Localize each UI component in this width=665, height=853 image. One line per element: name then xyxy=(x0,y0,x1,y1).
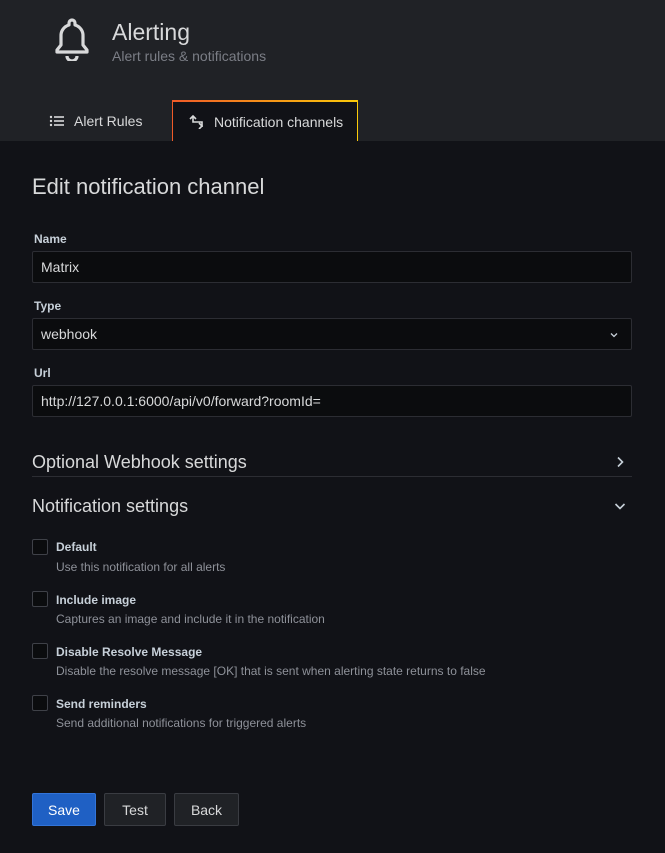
chevron-right-icon[interactable] xyxy=(613,455,627,469)
type-select[interactable]: webhook xyxy=(32,318,632,350)
chevron-down-icon xyxy=(610,333,618,338)
list-icon xyxy=(49,115,64,126)
disable-resolve-option-description: Disable the resolve message [OK] that is… xyxy=(56,664,486,678)
back-button[interactable]: Back xyxy=(174,793,239,826)
tab-notification-channels[interactable]: Notification channels xyxy=(172,100,358,141)
save-button[interactable]: Save xyxy=(32,793,96,826)
include-image-option-description: Captures an image and include it in the … xyxy=(56,612,325,626)
disable-resolve-checkbox[interactable] xyxy=(32,643,48,659)
page-title: Edit notification channel xyxy=(32,174,265,199)
page-header-subtitle: Alert rules & notifications xyxy=(112,48,267,64)
name-field[interactable]: Matrix xyxy=(32,251,632,283)
bell-icon xyxy=(55,18,89,61)
active-tab-indicator xyxy=(172,100,358,102)
default-checkbox[interactable] xyxy=(32,539,48,555)
include-image-option-label: Include image xyxy=(56,593,137,607)
notification-settings-toggle[interactable]: Notification settings xyxy=(32,495,188,517)
tab-notification-channels-label: Notification channels xyxy=(214,113,344,130)
default-option-description: Use this notification for all alerts xyxy=(56,560,226,574)
name-field-value: Matrix xyxy=(41,259,80,275)
section-divider xyxy=(32,476,632,477)
send-reminders-option-label: Send reminders xyxy=(56,697,147,711)
send-reminders-checkbox[interactable] xyxy=(32,695,48,711)
send-reminders-option-description: Send additional notifications for trigge… xyxy=(56,716,307,730)
page-header: Alerting Alert rules & notifications Ale… xyxy=(0,0,665,141)
url-field-label: Url xyxy=(34,366,51,380)
url-field-value: http://127.0.0.1:6000/api/v0/forward?roo… xyxy=(41,393,321,409)
type-select-value: webhook xyxy=(41,326,98,342)
tab-alert-rules-label: Alert Rules xyxy=(74,112,143,129)
page-header-title: Alerting xyxy=(112,19,190,45)
url-field[interactable]: http://127.0.0.1:6000/api/v0/forward?roo… xyxy=(32,385,632,417)
include-image-checkbox[interactable] xyxy=(32,591,48,607)
name-field-label: Name xyxy=(34,232,67,246)
chevron-down-icon[interactable] xyxy=(613,499,627,513)
disable-resolve-option-label: Disable Resolve Message xyxy=(56,645,203,659)
webhook-settings-toggle[interactable]: Optional Webhook settings xyxy=(32,451,247,473)
test-button[interactable]: Test xyxy=(104,793,166,826)
notification-channel-icon xyxy=(189,114,204,129)
type-field-label: Type xyxy=(34,299,62,313)
tab-alert-rules[interactable]: Alert Rules xyxy=(40,100,172,141)
default-option-label: Default xyxy=(56,540,97,554)
